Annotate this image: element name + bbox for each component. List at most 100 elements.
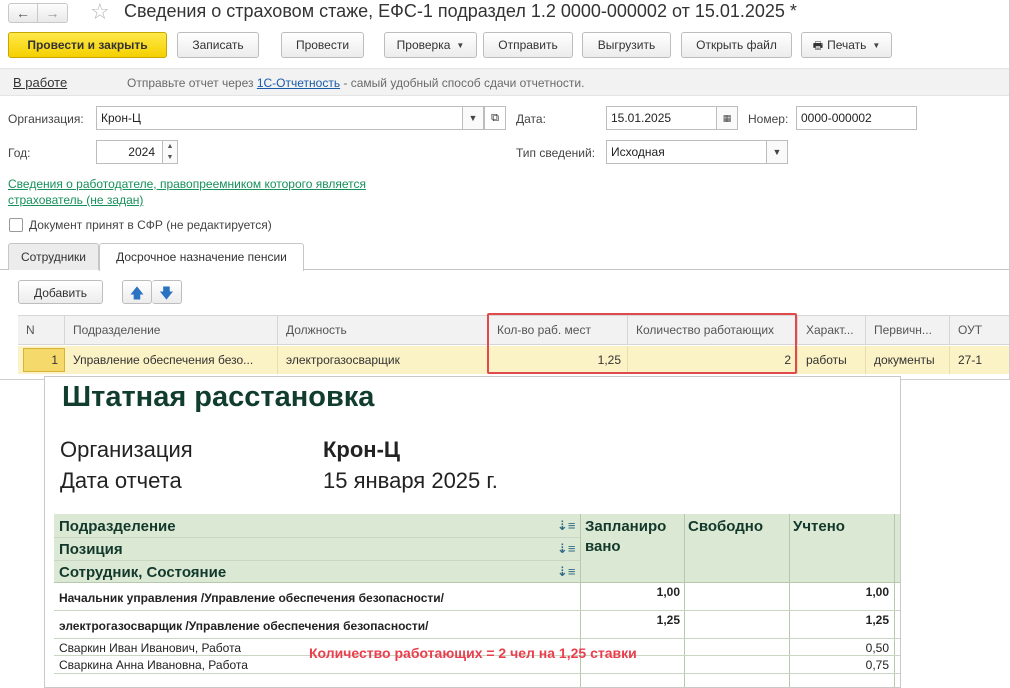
calendar-button[interactable]: ▦ — [716, 107, 737, 129]
spin-up-icon[interactable]: ▲ — [163, 141, 177, 152]
report-row-counted: 1,25 — [865, 613, 889, 627]
col-planned-line1: Запланиро — [585, 518, 667, 535]
printer-icon: 🖶 — [812, 40, 824, 52]
year-field[interactable]: 2024 ▲ ▼ — [96, 140, 178, 164]
info-bar: В работе Отправьте отчет через 1С-Отчетн… — [0, 68, 1009, 96]
date-field[interactable]: 15.01.2025 ▦ — [606, 106, 738, 130]
chevron-down-icon: ▼ — [468, 113, 478, 123]
report-row-label: Сваркин Иван Иванович, Работа — [59, 641, 242, 655]
sort-icon[interactable]: ⇣≡ — [557, 564, 575, 580]
type-value: Исходная — [611, 145, 665, 159]
back-button[interactable]: ← — [8, 3, 38, 23]
post-and-close-button[interactable]: Провести и закрыть — [8, 32, 167, 58]
org-dropdown-button[interactable]: ▼ — [462, 107, 483, 129]
type-dropdown-button[interactable]: ▼ — [766, 141, 787, 163]
highlight-frame — [487, 313, 797, 374]
save-button[interactable]: Записать — [177, 32, 259, 58]
caret-down-icon: ▼ — [456, 40, 465, 50]
year-stepper[interactable]: ▲ ▼ — [162, 141, 177, 163]
org-field[interactable]: Крон-Ц ▼ — [96, 106, 484, 130]
report-row-label: электрогазосварщик /Управление обеспечен… — [59, 619, 429, 633]
col-planned-line2: вано — [585, 538, 621, 555]
accepted-checkbox[interactable] — [9, 218, 23, 232]
title-bar: ← → ☆ Сведения о страховом стаже, ЕФС-1 … — [0, 0, 1009, 26]
cell-character[interactable]: работы — [798, 346, 866, 374]
send-button[interactable]: Отправить — [483, 32, 573, 58]
sort-icon[interactable]: ⇣≡ — [557, 541, 575, 557]
col-department[interactable]: Подразделение — [65, 316, 278, 345]
report-row-label: Начальник управления /Управление обеспеч… — [59, 591, 444, 605]
col-character[interactable]: Характ... — [798, 316, 866, 345]
cell-position[interactable]: электрогазосварщик — [278, 346, 489, 374]
hint-text: Отправьте отчет через 1С-Отчетность - са… — [127, 76, 584, 90]
employer-link-line-1: Сведения о работодателе, правопреемником… — [8, 177, 366, 191]
report-row-counted: 0,75 — [865, 658, 889, 672]
header-employee: Сотрудник, Состояние — [59, 564, 227, 581]
year-label: Год: — [8, 146, 31, 160]
header-department: Подразделение — [59, 518, 176, 535]
add-button[interactable]: Добавить — [18, 280, 103, 304]
col-line — [894, 514, 895, 687]
accepted-label: Документ принят в СФР (не редактируется) — [29, 218, 272, 232]
report-org-value: Крон-Ц — [323, 437, 400, 462]
col-counted: Учтено — [793, 518, 845, 535]
forward-button[interactable]: → — [38, 3, 68, 23]
post-button[interactable]: Провести — [281, 32, 364, 58]
report-date-key: Дата отчета — [60, 468, 182, 493]
sort-icon[interactable]: ⇣≡ — [557, 518, 575, 534]
report-row-counted: 0,50 — [865, 641, 889, 655]
hint-after: - самый удобный способ сдачи отчетности. — [340, 76, 585, 90]
employer-link-line-2: страхователь (не задан) — [8, 193, 144, 207]
arrow-up-icon: 🡅 — [129, 285, 145, 301]
org-label: Организация: — [8, 112, 84, 126]
row-divider — [54, 638, 900, 639]
document-form-window: ← → ☆ Сведения о страховом стаже, ЕФС-1 … — [0, 0, 1010, 380]
spin-down-icon[interactable]: ▼ — [163, 152, 177, 163]
header-position: Позиция — [59, 541, 123, 558]
cell-n[interactable]: 1 — [23, 348, 65, 372]
reporting-link[interactable]: 1С-Отчетность — [257, 76, 340, 90]
arrow-right-icon: → — [45, 5, 60, 21]
print-menu-button[interactable]: 🖶 Печать ▼ — [801, 32, 892, 58]
col-out[interactable]: ОУТ — [950, 316, 1009, 345]
move-down-button[interactable]: 🡇 — [152, 280, 182, 304]
arrow-left-icon: ← — [16, 5, 30, 21]
move-up-button[interactable]: 🡅 — [122, 280, 152, 304]
col-free: Свободно — [688, 518, 763, 535]
tab-employees[interactable]: Сотрудники — [8, 243, 99, 270]
check-menu-button[interactable]: Проверка ▼ — [384, 32, 477, 58]
date-value: 15.01.2025 — [611, 111, 672, 125]
tab-early-pension[interactable]: Досрочное назначение пенсии — [99, 243, 304, 271]
number-label: Номер: — [748, 112, 789, 126]
col-n[interactable]: N — [18, 316, 65, 345]
report-row-counted: 1,00 — [865, 585, 889, 599]
header-divider — [54, 537, 580, 538]
report-org-key: Организация — [60, 437, 193, 462]
col-line — [684, 514, 685, 687]
col-line — [580, 514, 581, 687]
report-row-planned: 1,00 — [656, 585, 680, 599]
cell-department[interactable]: Управление обеспечения безо... — [65, 346, 278, 374]
employer-successor-link[interactable]: Сведения о работодателе, правопреемником… — [8, 176, 428, 208]
check-label: Проверка — [396, 38, 451, 52]
year-value: 2024 — [128, 145, 155, 159]
report-row-planned: 1,25 — [656, 613, 680, 627]
org-value: Крон-Ц — [101, 111, 141, 125]
annotation-text: Количество работающих = 2 чел на 1,25 ст… — [309, 645, 637, 661]
cell-out[interactable]: 27-1 — [950, 346, 1009, 374]
row-divider — [54, 610, 900, 611]
arrow-down-icon: 🡇 — [159, 285, 174, 301]
type-select[interactable]: Исходная ▼ — [606, 140, 788, 164]
org-open-button[interactable]: ⧉ — [484, 106, 506, 130]
calendar-icon: ▦ — [722, 113, 732, 123]
col-primary[interactable]: Первичн... — [866, 316, 950, 345]
cell-primary[interactable]: документы — [866, 346, 950, 374]
status-link[interactable]: В работе — [13, 75, 67, 90]
open-file-button[interactable]: Открыть файл — [681, 32, 792, 58]
favorite-star-icon[interactable]: ☆ — [90, 0, 110, 24]
window-title: Сведения о страховом стаже, ЕФС-1 подраз… — [124, 1, 797, 21]
number-field[interactable]: 0000-000002 — [796, 106, 917, 130]
report-title: Штатная расстановка — [62, 381, 375, 413]
export-button[interactable]: Выгрузить — [582, 32, 671, 58]
col-position[interactable]: Должность — [278, 316, 489, 345]
